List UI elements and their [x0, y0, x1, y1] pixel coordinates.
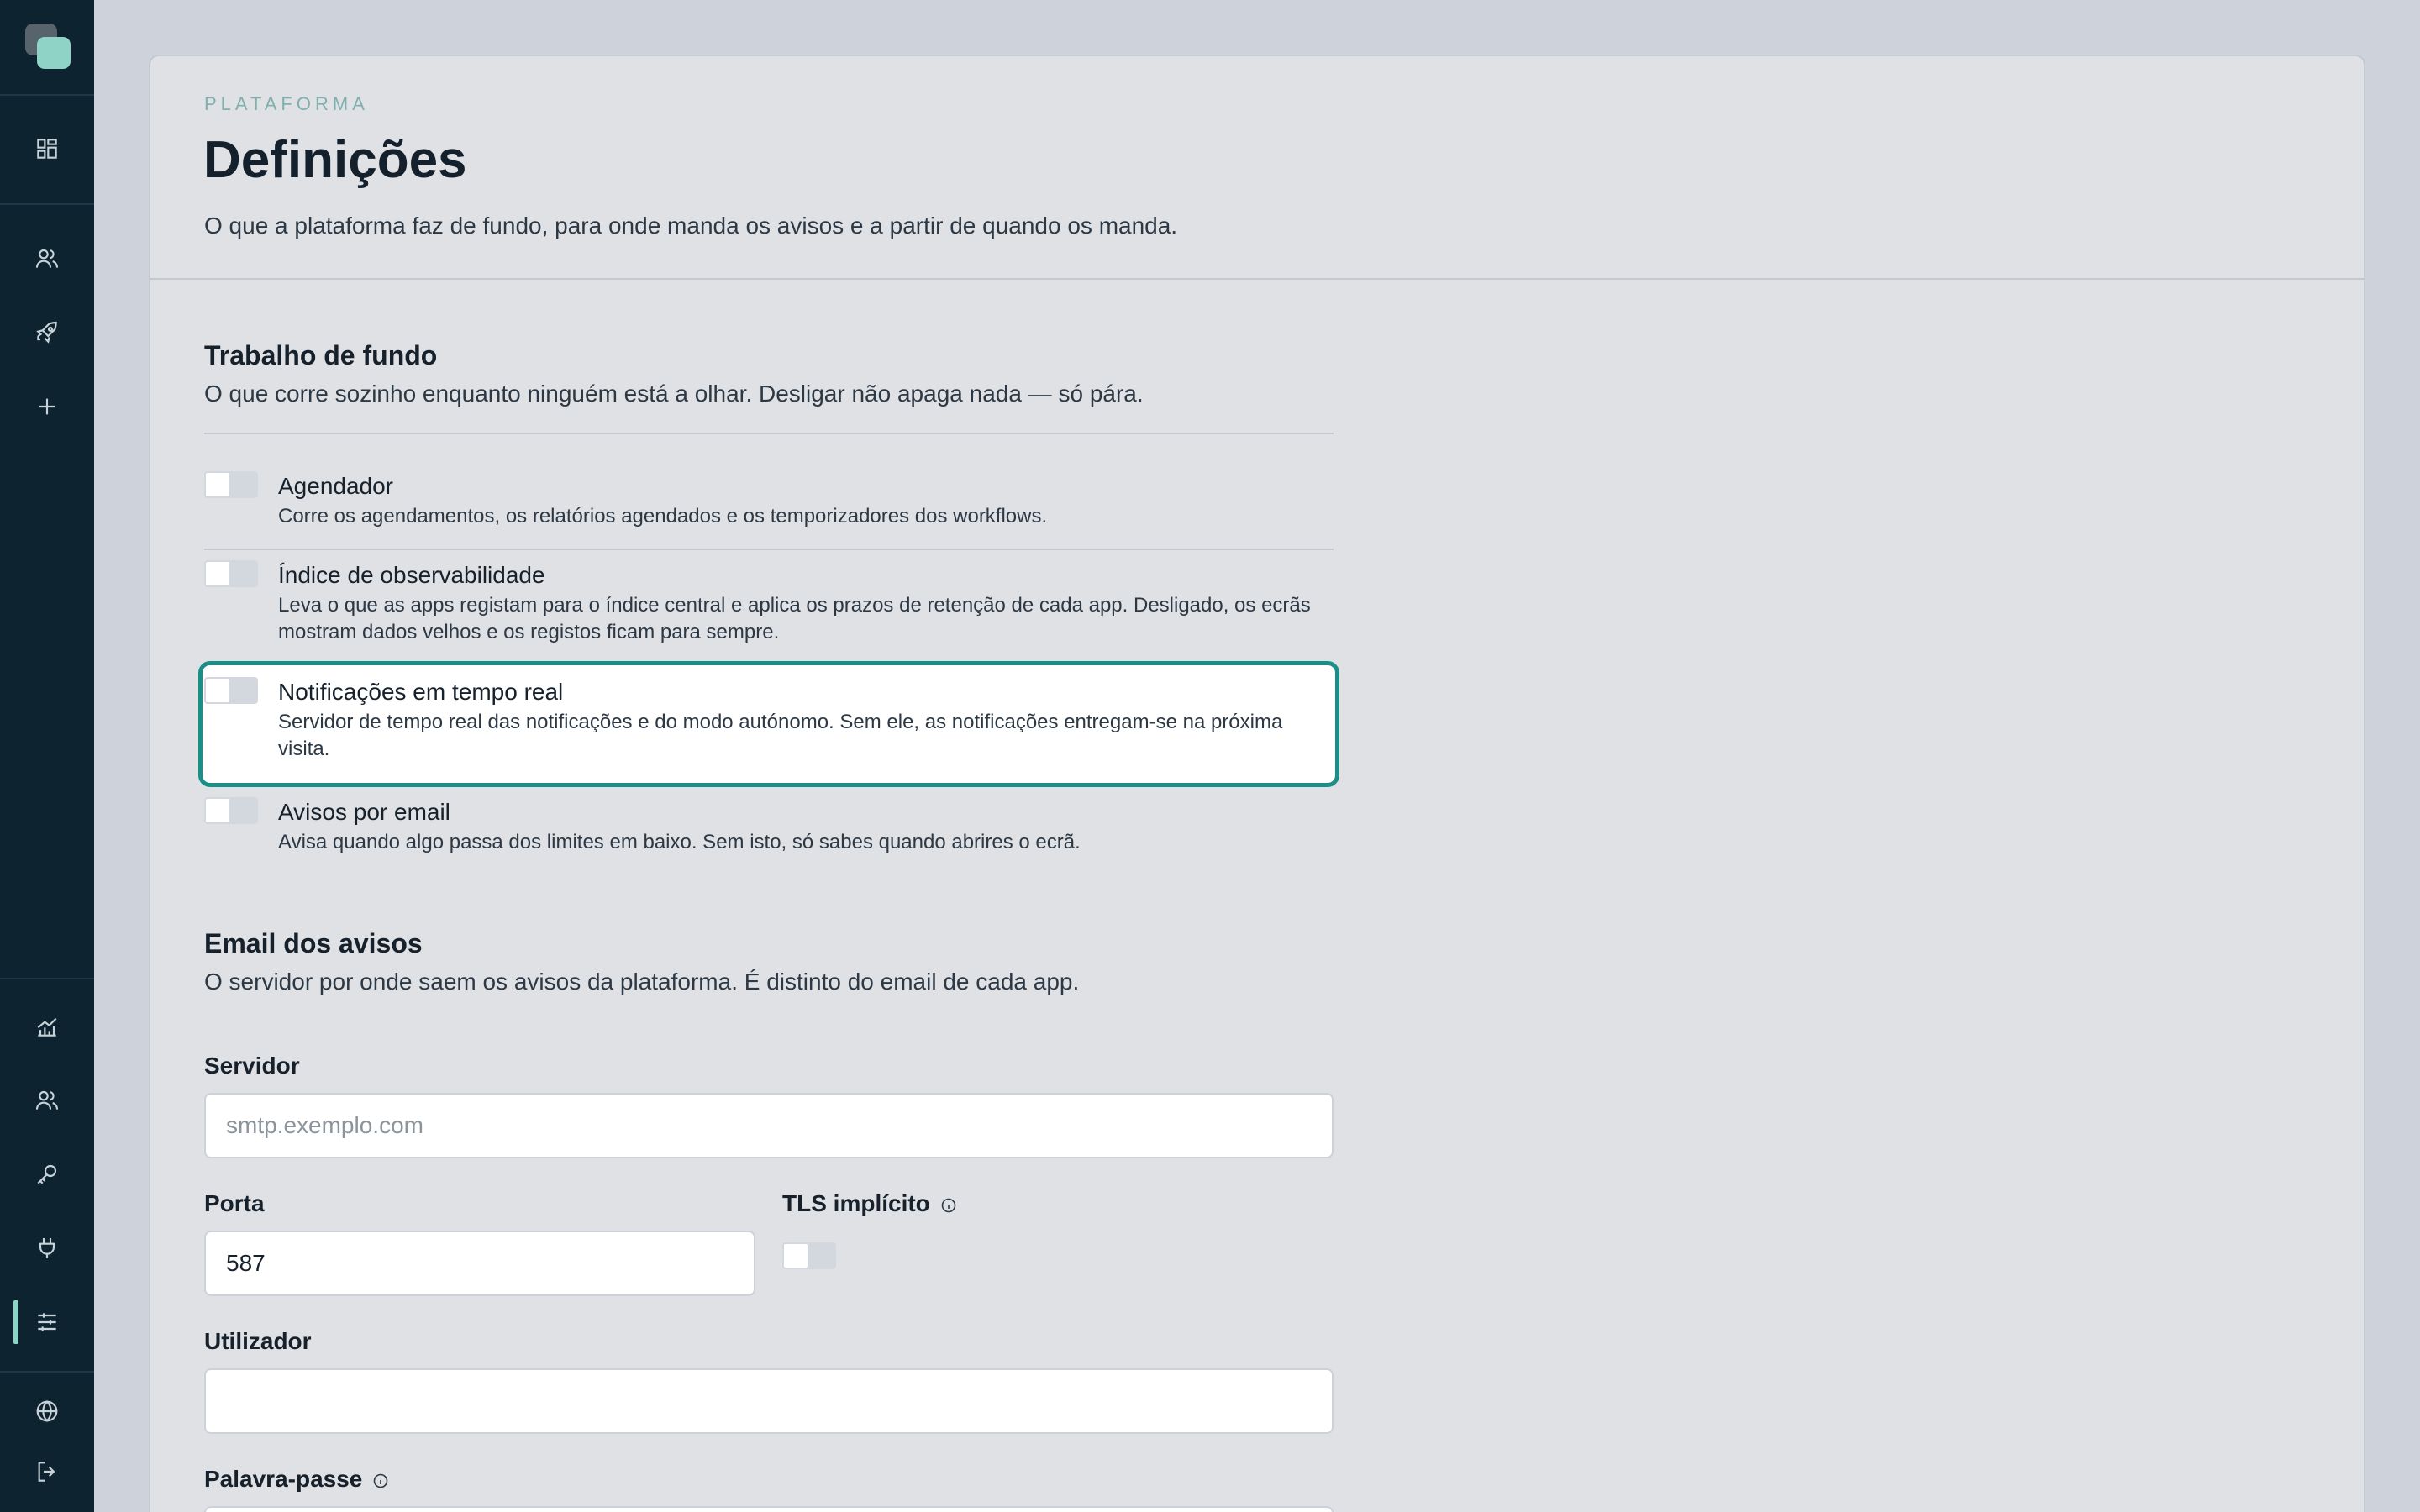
setting-description: Leva o que as apps registam para o índic…: [278, 594, 1311, 643]
tls-toggle[interactable]: [782, 1242, 836, 1269]
user-label: Utilizador: [204, 1328, 312, 1354]
info-icon[interactable]: [372, 1473, 389, 1489]
plug-icon: [39, 1238, 55, 1258]
setting-title: Notificações em tempo real: [278, 679, 564, 705]
page-title: Definições: [203, 131, 467, 189]
page-eyebrow: PLATAFORMA: [204, 93, 369, 114]
setting-description: Servidor de tempo real das notificações …: [278, 711, 1283, 760]
plus-icon: [39, 398, 55, 415]
team-icon: [35, 1090, 59, 1110]
realtime-toggle[interactable]: [204, 677, 258, 704]
port-label: Porta: [204, 1190, 265, 1216]
sidebar-item-add[interactable]: [0, 378, 94, 435]
sidebar: [0, 0, 94, 1512]
users-icon: [35, 249, 59, 268]
setting-title: Agendador: [278, 473, 394, 499]
key-icon: [37, 1164, 57, 1184]
scheduler-toggle[interactable]: [204, 471, 258, 498]
dashboard-icon: [37, 139, 57, 159]
setting-row-email-alerts: Avisos por email Avisa quando algo passa…: [204, 797, 1334, 873]
sidebar-item-users[interactable]: [0, 230, 94, 287]
settings-sliders-icon: [38, 1313, 56, 1331]
sidebar-divider: [0, 203, 94, 205]
setting-description: Corre os agendamentos, os relatórios age…: [278, 505, 1048, 528]
section-subtitle-background: O que corre sozinho enquanto ninguém est…: [204, 381, 1144, 407]
settings-card: PLATAFORMA Definições O que a plataforma…: [149, 55, 2365, 1512]
observability-toggle[interactable]: [204, 560, 258, 587]
page-subtitle: O que a plataforma faz de fundo, para on…: [204, 213, 1178, 239]
app-logo[interactable]: [25, 24, 71, 69]
sidebar-item-settings[interactable]: [0, 1294, 94, 1351]
tls-label-text: TLS implícito: [782, 1190, 930, 1216]
globe-icon: [36, 1400, 58, 1422]
sidebar-item-logout[interactable]: [0, 1443, 94, 1500]
setting-row-observability: Índice de observabilidade Leva o que as …: [204, 560, 1334, 661]
sidebar-divider: [0, 1371, 94, 1373]
section-title-email: Email dos avisos: [204, 928, 423, 958]
rocket-icon: [36, 321, 57, 344]
header-divider: [150, 278, 2364, 280]
server-label: Servidor: [204, 1053, 300, 1079]
user-input[interactable]: [204, 1368, 1334, 1434]
section-subtitle-email: O servidor por onde saem os avisos da pl…: [204, 969, 1080, 995]
email-alerts-toggle[interactable]: [204, 797, 258, 824]
sidebar-divider: [0, 94, 94, 96]
info-icon[interactable]: [940, 1197, 957, 1214]
password-label-text: Palavra-passe: [204, 1466, 363, 1492]
sidebar-item-team[interactable]: [0, 1072, 94, 1129]
sidebar-item-language[interactable]: [0, 1383, 94, 1440]
password-label: Palavra-passe: [204, 1466, 389, 1493]
row-divider: [204, 549, 1334, 550]
analytics-icon: [37, 1017, 57, 1037]
setting-row-realtime: Notificações em tempo real Servidor de t…: [198, 661, 1339, 787]
server-input[interactable]: [204, 1093, 1334, 1158]
section-divider: [204, 433, 1334, 434]
sidebar-item-analytics[interactable]: [0, 998, 94, 1055]
logout-icon: [38, 1462, 55, 1482]
sidebar-item-integrations[interactable]: [0, 1220, 94, 1277]
port-input[interactable]: [204, 1231, 755, 1296]
password-input[interactable]: [204, 1506, 1334, 1512]
tls-label: TLS implícito: [782, 1190, 957, 1217]
sidebar-item-dashboard[interactable]: [0, 120, 94, 177]
sidebar-item-keys[interactable]: [0, 1146, 94, 1203]
sidebar-divider: [0, 978, 94, 979]
setting-row-scheduler: Agendador Corre os agendamentos, os rela…: [204, 471, 1334, 547]
setting-title: Índice de observabilidade: [278, 562, 545, 588]
setting-title: Avisos por email: [278, 799, 450, 825]
setting-description: Avisa quando algo passa dos limites em b…: [278, 831, 1081, 853]
sidebar-item-deploy[interactable]: [0, 304, 94, 361]
section-title-background: Trabalho de fundo: [204, 340, 438, 370]
